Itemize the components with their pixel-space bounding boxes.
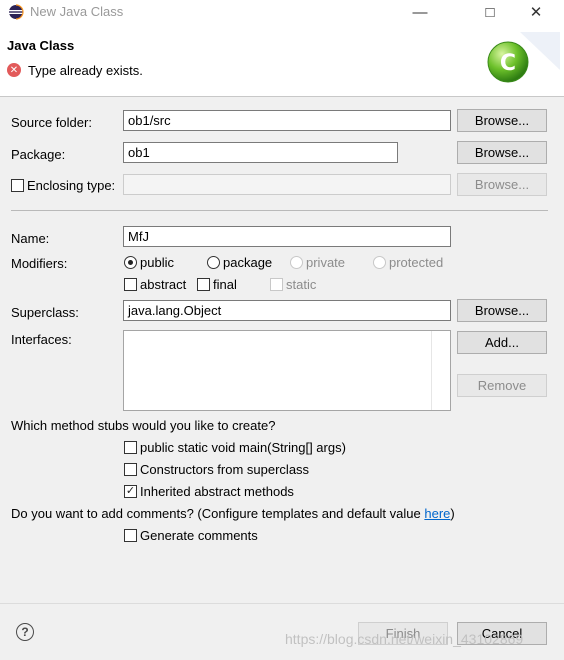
stub-inherited-checkbox[interactable]: [124, 485, 137, 498]
enclosing-type-checkbox[interactable]: [11, 179, 24, 192]
add-interface-button[interactable]: Add...: [457, 331, 547, 354]
source-folder-input[interactable]: ob1/src: [123, 110, 451, 131]
interfaces-label: Interfaces:: [11, 332, 72, 347]
package-browse-button[interactable]: Browse...: [457, 141, 547, 164]
stub-inherited-label: Inherited abstract methods: [140, 484, 294, 499]
modifier-static-checkbox: [270, 278, 283, 291]
generate-comments-label: Generate comments: [140, 528, 258, 543]
modifiers-label: Modifiers:: [11, 256, 68, 271]
banner-separator: [0, 96, 564, 97]
form-divider: [11, 210, 548, 211]
modifier-final-checkbox[interactable]: [197, 278, 210, 291]
modifier-package-label: package: [223, 255, 273, 270]
comments-question-suffix: ): [450, 506, 455, 521]
templates-link[interactable]: here: [424, 506, 450, 521]
modifier-abstract-label: abstract: [140, 277, 187, 292]
method-stubs-question: Which method stubs would you like to cre…: [11, 418, 276, 433]
maximize-icon: □: [485, 3, 495, 21]
source-folder-browse-button[interactable]: Browse...: [457, 109, 547, 132]
name-label: Name:: [11, 231, 50, 246]
modifier-protected-radio: [373, 256, 386, 269]
stub-main-label: public static void main(String[] args): [140, 440, 346, 455]
finish-button: Finish: [358, 622, 448, 645]
enclosing-type-label: Enclosing type:: [27, 178, 116, 193]
enclosing-type-browse-button: Browse...: [457, 173, 547, 196]
error-message: Type already exists.: [28, 63, 143, 78]
modifier-abstract-checkbox[interactable]: [124, 278, 137, 291]
stub-constructors-label: Constructors from superclass: [140, 462, 310, 477]
eclipse-icon: [9, 4, 24, 20]
comments-question: Do you want to add comments? (Configure …: [11, 506, 455, 521]
source-folder-label: Source folder:: [11, 115, 92, 130]
superclass-label: Superclass:: [11, 305, 79, 320]
minimize-icon: —: [412, 3, 428, 21]
modifier-protected-label: protected: [389, 255, 444, 270]
maximize-button[interactable]: □: [470, 0, 510, 24]
modifier-public-radio[interactable]: [124, 256, 137, 269]
comments-question-text: Do you want to add comments? (Configure …: [11, 506, 425, 521]
modifier-package-radio[interactable]: [207, 256, 220, 269]
interfaces-list-scroll-divider: [431, 331, 432, 410]
close-icon: ✕: [529, 4, 543, 21]
name-input[interactable]: MfJ: [123, 226, 451, 247]
error-icon: ✕: [7, 63, 21, 77]
enclosing-type-input: [123, 174, 451, 195]
logo-letter: C: [500, 51, 516, 76]
generate-comments-checkbox[interactable]: [124, 529, 137, 542]
superclass-browse-button[interactable]: Browse...: [457, 299, 547, 322]
stub-main-checkbox[interactable]: [124, 441, 137, 454]
stub-constructors-checkbox[interactable]: [124, 463, 137, 476]
class-logo-icon: C: [487, 32, 560, 83]
minimize-button[interactable]: —: [400, 0, 440, 24]
interfaces-list[interactable]: [123, 330, 451, 411]
window-title: New Java Class: [30, 4, 124, 19]
modifier-private-radio: [290, 256, 303, 269]
superclass-input[interactable]: java.lang.Object: [123, 300, 451, 321]
help-icon[interactable]: ?: [16, 623, 34, 641]
footer-divider: [0, 603, 564, 604]
package-label: Package:: [11, 147, 66, 162]
modifier-static-label: static: [286, 277, 317, 292]
modifier-public-label: public: [140, 255, 174, 270]
close-button[interactable]: ✕: [516, 0, 556, 24]
wizard-title: Java Class: [7, 38, 75, 53]
modifier-final-label: final: [213, 277, 237, 292]
cancel-button[interactable]: Cancel: [457, 622, 547, 645]
remove-interface-button: Remove: [457, 374, 547, 397]
package-input[interactable]: ob1: [123, 142, 398, 163]
modifier-private-label: private: [306, 255, 346, 270]
